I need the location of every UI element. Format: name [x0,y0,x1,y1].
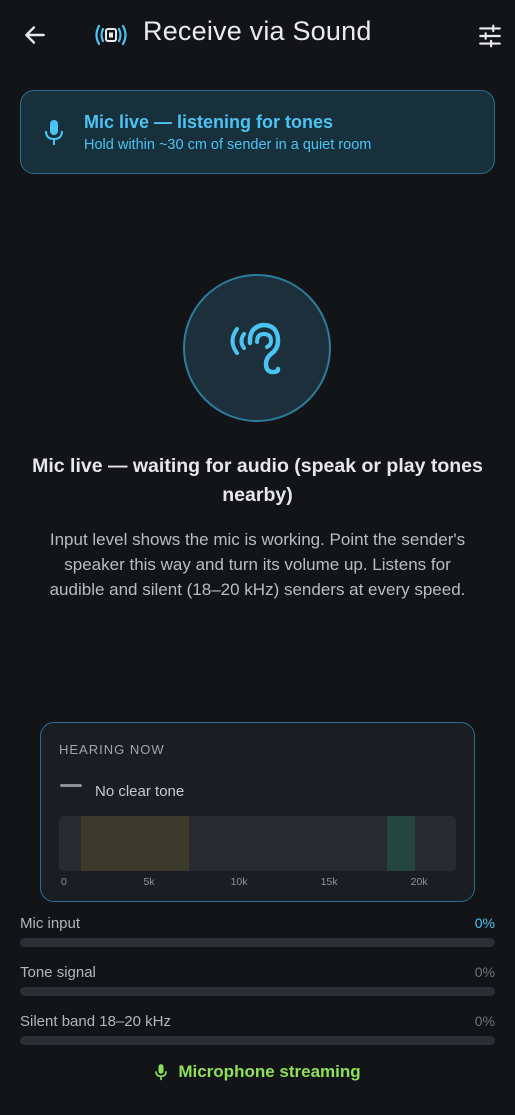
silent-band [386,816,416,871]
meter-value: 0% [474,1013,495,1029]
settings-button[interactable] [472,18,508,54]
streaming-label: Microphone streaming [178,1062,361,1081]
banner-subtitle: Hold within ~30 cm of sender in a quiet … [84,137,372,153]
meter-track [20,1036,495,1045]
hearing-now-label: HEARING NOW [59,742,165,757]
frequency-axis: 0 5k 10k 15k 20k [59,876,456,890]
back-button[interactable] [18,18,52,52]
streaming-status: Microphone streaming [0,1062,515,1082]
arrow-left-icon [25,26,45,44]
dash-icon [60,784,82,787]
axis-tick: 20k [410,876,428,888]
page-title: Receive via Sound [143,16,372,46]
app-bar: Receive via Sound [0,0,515,70]
meter-track [20,938,495,947]
meter-label: Mic input [20,915,81,932]
tune-sliders-icon [479,24,501,48]
status-description: Input level shows the mic is working. Po… [49,530,466,599]
hearing-ear-icon [230,322,281,375]
audible-band [80,816,189,871]
detected-tone: No clear tone [95,783,185,800]
axis-tick: 10k [230,876,248,888]
axis-tick: 5k [143,876,155,888]
banner-title: Mic live — listening for tones [84,112,334,132]
hearing-now-panel: HEARING NOW No clear tone 0 5k 10k 15k 20k [40,722,475,902]
microphone-icon [45,120,63,145]
meter-value: 0% [474,964,495,980]
listening-banner: Mic live — listening for tones Hold with… [20,90,495,174]
meter-label: Tone signal [20,964,96,981]
axis-tick: 0 [61,876,67,888]
sound-broadcast-icon [95,24,127,46]
status-title: Mic live — waiting for audio (speak or p… [32,455,483,506]
meter-value: 0% [474,915,495,931]
frequency-spectrum [59,816,456,871]
microphone-icon [155,1063,168,1080]
meter-label: Silent band 18–20 kHz [20,1013,171,1030]
meter-track [20,987,495,996]
listening-indicator [183,274,331,422]
axis-tick: 15k [320,876,338,888]
